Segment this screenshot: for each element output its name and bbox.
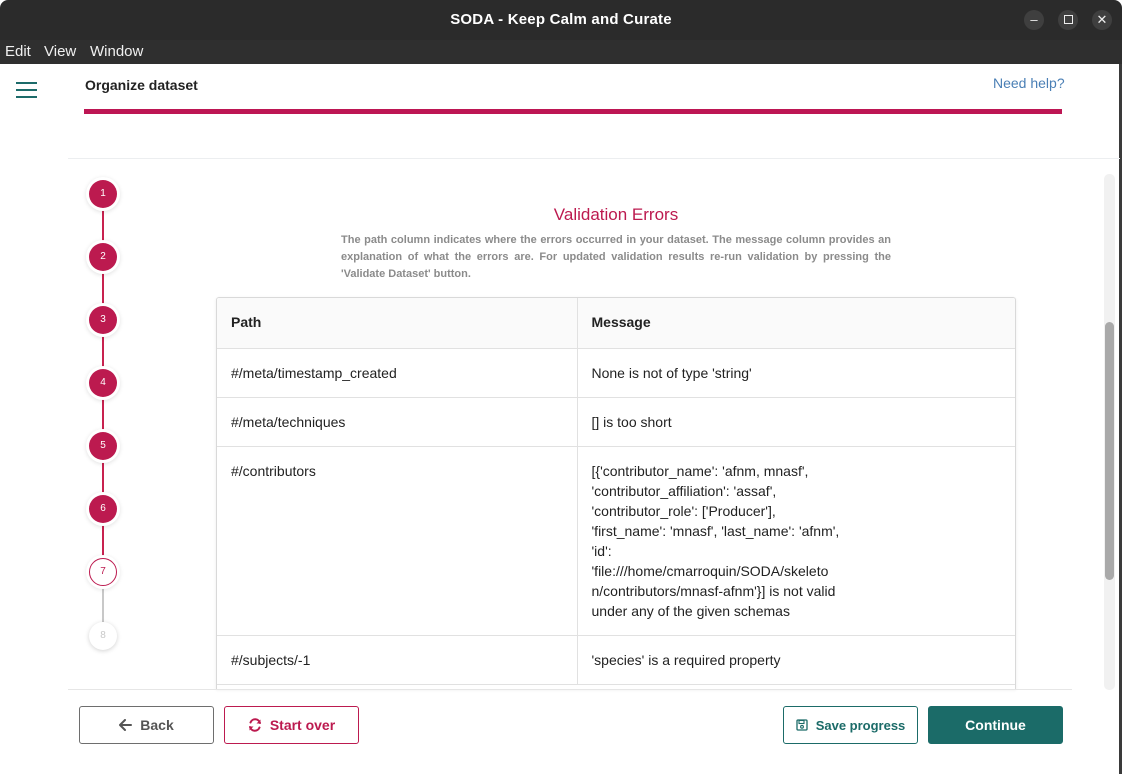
arrow-left-icon xyxy=(119,719,133,731)
table-row: #/subjects/-1 'species' is a required pr… xyxy=(217,635,1015,685)
step-2[interactable]: 2 xyxy=(89,243,117,271)
step-1[interactable]: 1 xyxy=(89,180,117,208)
close-button[interactable]: ✕ xyxy=(1092,10,1112,30)
progress-bar xyxy=(84,109,1062,114)
step-5[interactable]: 5 xyxy=(89,432,117,460)
start-over-button[interactable]: Start over xyxy=(224,706,359,744)
menu-window[interactable]: Window xyxy=(90,43,143,60)
footer-divider xyxy=(68,689,1072,690)
column-header-path: Path xyxy=(217,298,578,349)
refresh-icon xyxy=(248,718,262,732)
step-7[interactable]: 7 xyxy=(89,558,117,586)
minimize-button[interactable]: – xyxy=(1024,10,1044,30)
path-cell: #/meta/timestamp_created xyxy=(217,348,578,398)
window-titlebar: SODA - Keep Calm and Curate – ✕ xyxy=(0,0,1122,40)
hamburger-menu-icon[interactable] xyxy=(16,82,37,98)
back-button[interactable]: Back xyxy=(79,706,214,744)
message-cell: [{'contributor_name': 'afnm, mnasf', 'co… xyxy=(577,446,1015,636)
need-help-link[interactable]: Need help? xyxy=(993,75,1065,91)
step-4[interactable]: 4 xyxy=(89,369,117,397)
page-title: Organize dataset xyxy=(85,77,198,93)
step-8[interactable]: 8 xyxy=(89,622,117,650)
continue-label: Continue xyxy=(965,717,1026,733)
validation-errors-table: Path Message #/meta/timestamp_created No… xyxy=(216,297,1016,689)
menu-view[interactable]: View xyxy=(44,43,76,60)
save-progress-label: Save progress xyxy=(815,717,906,733)
back-button-label: Back xyxy=(140,717,174,733)
scrollbar-thumb[interactable] xyxy=(1105,322,1114,580)
validation-errors-title: Validation Errors xyxy=(553,205,679,224)
table-row: #/meta/timestamp_created None is not of … xyxy=(217,348,1015,398)
table-row: #/meta/techniques [] is too short xyxy=(217,397,1015,447)
step-6[interactable]: 6 xyxy=(89,495,117,523)
column-header-message: Message xyxy=(577,298,1015,349)
window-title: SODA - Keep Calm and Curate xyxy=(450,11,672,28)
message-cell: 'species' is a required property xyxy=(577,635,1015,685)
table-row: #/contributors [{'contributor_name': 'af… xyxy=(217,446,1015,636)
header-divider xyxy=(68,158,1120,159)
maximize-button[interactable] xyxy=(1058,10,1078,30)
floppy-disk-icon xyxy=(796,719,808,731)
start-over-label: Start over xyxy=(269,717,336,733)
path-cell: #/contributors xyxy=(217,446,578,636)
table-header-row: Path Message xyxy=(217,298,1015,349)
path-cell: #/meta/techniques xyxy=(217,397,578,447)
save-progress-button[interactable]: Save progress xyxy=(783,706,918,744)
message-cell: [] is too short xyxy=(577,397,1015,447)
step-3[interactable]: 3 xyxy=(89,306,117,334)
stepper-line-pending xyxy=(102,586,104,622)
path-cell: #/subjects/-1 xyxy=(217,635,578,685)
continue-button[interactable]: Continue xyxy=(928,706,1063,744)
maximize-icon xyxy=(1063,15,1073,24)
menu-bar: Edit View Window xyxy=(0,40,1122,64)
menu-edit[interactable]: Edit xyxy=(5,43,31,60)
message-cell: None is not of type 'string' xyxy=(577,348,1015,398)
validation-description: The path column indicates where the erro… xyxy=(341,234,891,280)
